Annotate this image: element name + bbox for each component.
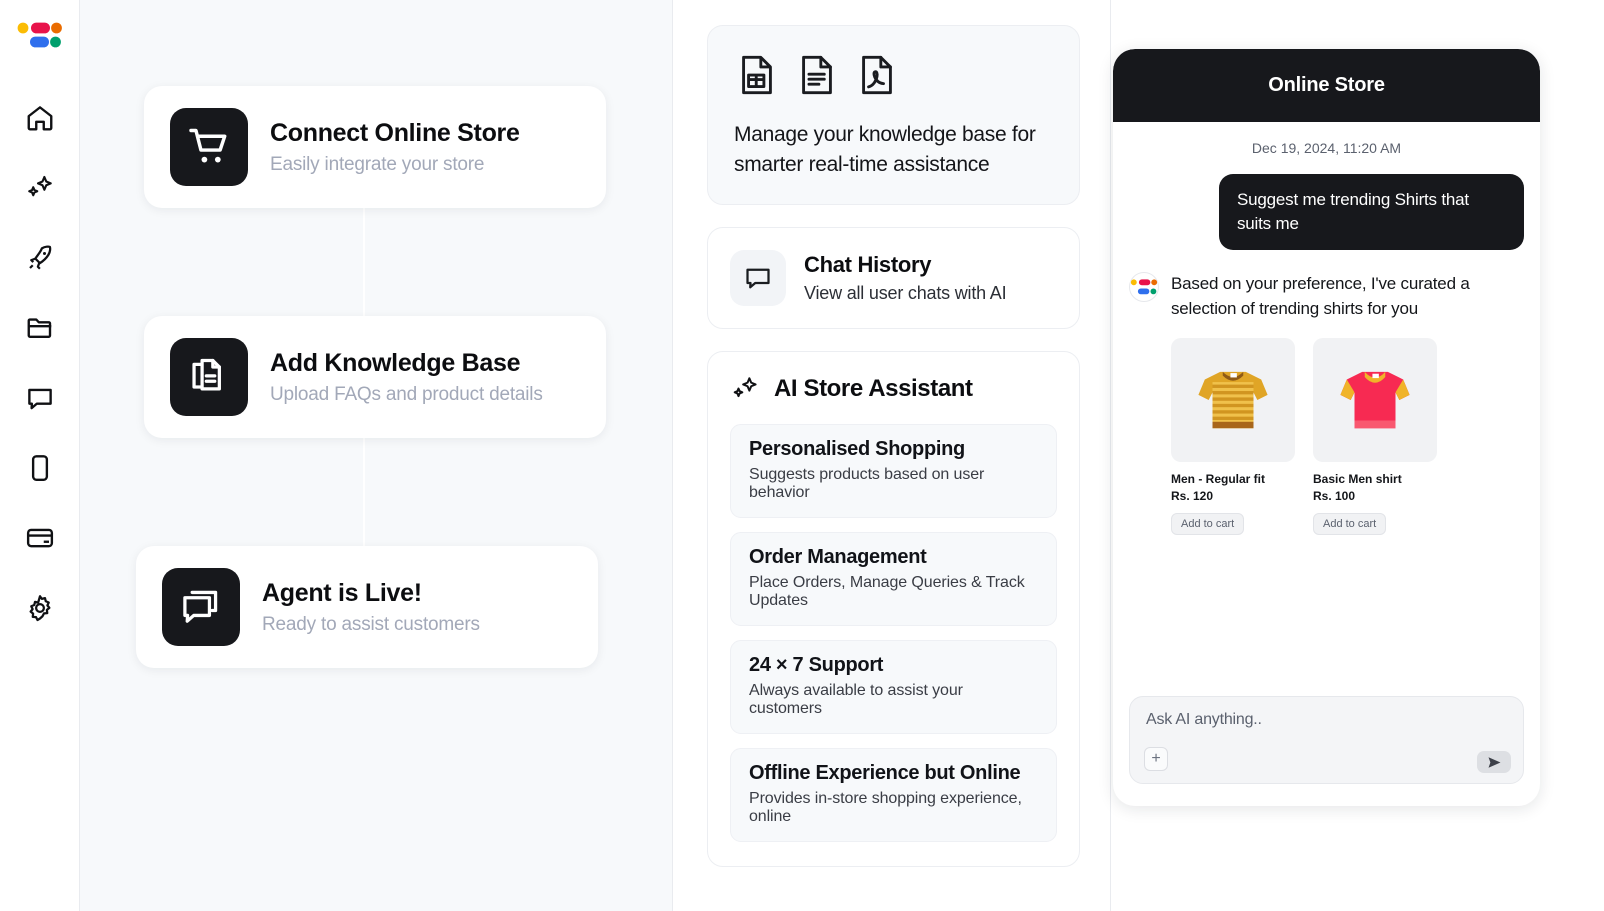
ai-avatar	[1129, 272, 1159, 303]
chat-input-box[interactable]: Ask AI anything.. +	[1129, 696, 1524, 784]
product-price: Rs. 100	[1313, 488, 1356, 503]
middle-column: Manage your knowledge base for smarter r…	[673, 0, 1110, 911]
assistant-feature[interactable]: Order Management Place Orders, Manage Qu…	[730, 531, 1057, 626]
text-document-file-icon	[802, 55, 832, 95]
sparkles-icon	[733, 376, 757, 397]
step-title: Add Knowledge Base	[270, 348, 521, 377]
feature-title: Personalised Shopping	[749, 437, 965, 460]
assistant-title: AI Store Assistant	[774, 374, 973, 402]
chat-header-title: Online Store	[1113, 49, 1540, 122]
sidebar-item-settings[interactable]	[16, 584, 64, 632]
chat-history-subtitle: View all user chats with AI	[804, 282, 1007, 303]
add-to-cart-button[interactable]: Add to cart	[1171, 512, 1245, 535]
knowledge-base-card[interactable]: Manage your knowledge base for smarter r…	[707, 25, 1080, 205]
feature-title: Order Management	[749, 545, 927, 568]
attach-icon[interactable]: +	[1144, 747, 1168, 771]
send-icon[interactable]	[1477, 751, 1511, 773]
feature-title: 24 × 7 Support	[749, 653, 884, 676]
product-recommendation-list: Men - Regular fit Rs. 120 Add to cart Ba…	[1171, 337, 1524, 535]
sidebar-item-home[interactable]	[16, 94, 64, 142]
sidebar-item-ai[interactable]	[16, 164, 64, 212]
step-subtitle: Easily integrate your store	[270, 153, 485, 175]
brand-logo[interactable]	[17, 20, 63, 50]
product-name: Men - Regular fit	[1171, 471, 1266, 486]
tshirt-pink-image	[1313, 337, 1437, 462]
feature-title: Offline Experience but Online	[749, 761, 1021, 784]
user-message-bubble: Suggest me trending Shirts that suits me	[1219, 174, 1524, 251]
chat-preview-region: Online Store Dec 19, 2024, 11:20 AM Sugg…	[1110, 0, 1604, 911]
sidebar-item-chat[interactable]	[16, 374, 64, 422]
ai-store-assistant-card: AI Store Assistant Personalised Shopping…	[707, 350, 1080, 867]
chat-bubble-icon	[730, 249, 786, 306]
striped-tshirt-yellow-image	[1171, 337, 1295, 462]
ai-message-row: Based on your preference, I've curated a…	[1129, 272, 1524, 321]
spreadsheet-file-icon	[742, 55, 772, 95]
pdf-file-icon	[862, 55, 892, 95]
onboarding-panel: Connect Online Store Easily integrate yo…	[80, 0, 673, 911]
shopping-cart-icon	[170, 108, 248, 186]
step-title: Connect Online Store	[270, 118, 520, 147]
assistant-feature[interactable]: Personalised Shopping Suggests products …	[730, 423, 1057, 518]
feature-subtitle: Always available to assist your customer…	[749, 681, 963, 717]
ai-message-text: Based on your preference, I've curated a…	[1171, 274, 1470, 318]
chat-history-card[interactable]: Chat History View all user chats with AI	[707, 226, 1080, 329]
step-card-agent-live[interactable]: Agent is Live! Ready to assist customers	[136, 546, 598, 668]
feature-subtitle: Place Orders, Manage Queries & Track Upd…	[749, 573, 1025, 609]
chat-composer: Ask AI anything.. +	[1113, 696, 1540, 806]
chat-input-placeholder: Ask AI anything..	[1146, 711, 1262, 728]
app-root: Connect Online Store Easily integrate yo…	[0, 0, 1604, 911]
product-price: Rs. 120	[1171, 488, 1214, 503]
step-subtitle: Ready to assist customers	[262, 613, 480, 635]
chat-history-title: Chat History	[804, 251, 932, 277]
knowledge-base-text: Manage your knowledge base for smarter r…	[734, 123, 1036, 176]
file-type-icons	[734, 52, 1053, 98]
sidebar-item-mobile[interactable]	[16, 444, 64, 492]
documents-icon	[170, 338, 248, 416]
product-name: Basic Men shirt	[1313, 471, 1402, 486]
product-card[interactable]: Basic Men shirt Rs. 100 Add to cart	[1313, 337, 1437, 535]
sidebar-item-launch[interactable]	[16, 234, 64, 282]
chat-widget: Online Store Dec 19, 2024, 11:20 AM Sugg…	[1113, 49, 1540, 806]
step-card-knowledge-base[interactable]: Add Knowledge Base Upload FAQs and produ…	[144, 316, 606, 438]
chat-timestamp: Dec 19, 2024, 11:20 AM	[1251, 140, 1402, 156]
chat-message-list: Dec 19, 2024, 11:20 AM Suggest me trendi…	[1113, 122, 1540, 696]
feature-subtitle: Provides in-store shopping experience, o…	[749, 789, 1022, 825]
sidebar	[0, 0, 80, 911]
sidebar-item-billing[interactable]	[16, 514, 64, 562]
product-card[interactable]: Men - Regular fit Rs. 120 Add to cart	[1171, 337, 1295, 535]
assistant-feature[interactable]: Offline Experience but Online Provides i…	[730, 747, 1057, 842]
assistant-feature[interactable]: 24 × 7 Support Always available to assis…	[730, 639, 1057, 734]
sidebar-item-files[interactable]	[16, 304, 64, 352]
add-to-cart-button[interactable]: Add to cart	[1313, 512, 1387, 535]
step-card-connect-store[interactable]: Connect Online Store Easily integrate yo…	[144, 86, 606, 208]
step-title: Agent is Live!	[262, 578, 422, 607]
chat-bubbles-icon	[162, 568, 240, 646]
step-subtitle: Upload FAQs and product details	[270, 383, 543, 405]
feature-subtitle: Suggests products based on user behavior	[749, 465, 985, 501]
assistant-header: AI Store Assistant	[730, 374, 1057, 404]
